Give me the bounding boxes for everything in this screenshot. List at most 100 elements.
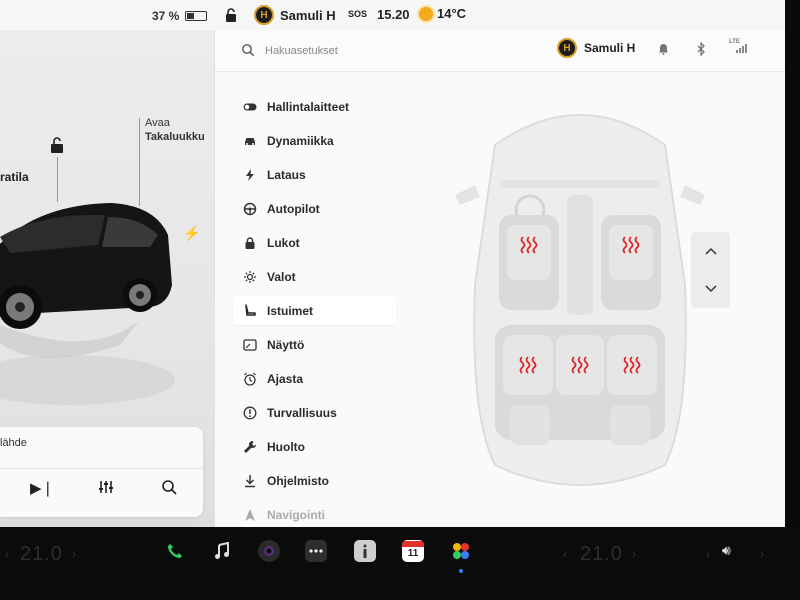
cellular-signal-icon [736, 44, 747, 53]
light-icon [243, 270, 257, 284]
search-icon [242, 44, 255, 57]
equalizer-icon[interactable] [95, 479, 117, 499]
outside-temperature: 14°C [419, 6, 466, 21]
settings-menu-item[interactable]: Ajasta [233, 364, 396, 393]
volume-down-icon[interactable]: ‹ [706, 547, 710, 561]
profile-name: Samuli H [280, 7, 336, 23]
settings-menu-label: Lataus [267, 167, 306, 182]
driver-temp-down-icon[interactable]: ‹ [5, 547, 9, 561]
settings-menu-item[interactable]: Turvallisuus [233, 398, 396, 427]
settings-menu-label: Huolto [267, 439, 305, 454]
music-icon[interactable] [211, 540, 233, 562]
lock-icon [243, 236, 257, 250]
status-bar-left: 37 % [0, 0, 214, 30]
camera-icon[interactable] [258, 540, 280, 562]
status-bar-right: H Samuli H SOS 15.20 14°C [214, 0, 785, 30]
alarm-clock-icon [243, 372, 257, 386]
download-icon [243, 474, 257, 488]
media-player-card[interactable]: lähde ▶❘ [0, 427, 203, 517]
media-source-label[interactable]: lähde [0, 437, 27, 449]
more-icon[interactable] [305, 540, 327, 562]
battery-status[interactable]: 37 % [152, 9, 208, 23]
battery-icon [185, 11, 208, 21]
car-render [0, 203, 175, 405]
settings-menu-label: Dynamiikka [267, 133, 334, 148]
settings-menu-label: Autopilot [267, 201, 320, 216]
rear-left-seat[interactable] [503, 335, 553, 395]
games-icon[interactable] [450, 540, 472, 562]
wrench-icon [243, 440, 257, 454]
trunk-name-label: Takaluukku [145, 131, 205, 143]
driver-profile[interactable]: H Samuli H [254, 5, 336, 25]
next-track-icon[interactable]: ▶❘ [30, 479, 54, 497]
profile-badge-icon: H [254, 5, 274, 25]
settings-menu-item[interactable]: Huolto [233, 432, 396, 461]
settings-menu-item[interactable]: Lataus [233, 160, 396, 189]
settings-menu-label: Ohjelmisto [267, 473, 330, 488]
open-trunk-button[interactable]: Avaa Takaluukku [145, 116, 205, 144]
settings-menu: Hallintalaitteet Dynamiikka Lataus Autopilo… [233, 92, 396, 527]
charge-port-icon[interactable]: ⚡ [183, 225, 200, 242]
clock: 15.20 [377, 7, 410, 22]
seat-heater-car-view [455, 114, 705, 486]
status-bar: 37 % H Samuli H SOS 15.20 14°C [0, 0, 785, 30]
bolt-icon [243, 168, 257, 182]
car-panel: ratila Avaa Takaluukku ⚡ lähde ▶❘ [0, 30, 214, 527]
volume-icon[interactable]: 🔊︎ [722, 542, 731, 559]
front-left-seat[interactable] [499, 215, 559, 310]
settings-profile[interactable]: H Samuli H [557, 38, 635, 58]
phone-icon[interactable] [164, 540, 186, 562]
profile-badge-icon: H [557, 38, 577, 58]
navigation-icon [243, 508, 257, 522]
settings-panel: H Samuli H LTE Hallintalaitteet Dynamiikk… [214, 30, 785, 527]
info-icon[interactable] [354, 540, 376, 562]
driver-temp-up-icon[interactable]: › [72, 547, 76, 561]
active-app-indicator [459, 569, 463, 573]
media-divider [0, 468, 203, 469]
display-icon [243, 338, 257, 352]
settings-menu-item[interactable]: Autopilot [233, 194, 396, 223]
settings-menu-label: Turvallisuus [267, 405, 337, 420]
settings-menu-item[interactable]: Hallintalaitteet [233, 92, 396, 121]
scroll-down-button[interactable] [691, 270, 730, 308]
lock-status-icon[interactable] [224, 8, 238, 22]
passenger-temperature[interactable]: 21.0 [580, 543, 623, 566]
sos-button[interactable]: SOS [348, 9, 367, 19]
settings-menu-item[interactable]: Näyttö [233, 330, 396, 359]
passenger-temp-down-icon[interactable]: ‹ [563, 547, 567, 561]
rear-center-seat[interactable] [556, 335, 604, 395]
front-right-seat[interactable] [601, 215, 661, 310]
toggle-icon [243, 100, 257, 114]
frunk-label[interactable]: ratila [0, 170, 29, 184]
seat-icon [243, 303, 257, 318]
settings-menu-item[interactable]: Lukot [233, 228, 396, 257]
settings-search-input[interactable] [265, 41, 485, 61]
media-controls: ▶❘ [0, 475, 203, 505]
settings-menu-label: Navigointi [267, 507, 326, 522]
calendar-icon[interactable]: 11 [402, 540, 424, 562]
alert-circle-icon [243, 406, 257, 420]
settings-menu-item[interactable]: Ohjelmisto [233, 466, 396, 495]
steering-wheel-icon [243, 202, 257, 216]
unlock-icon[interactable] [50, 137, 64, 153]
settings-menu-item[interactable]: Navigointi [233, 500, 396, 527]
notification-bell-icon[interactable] [655, 41, 671, 57]
settings-menu-label: Hallintalaitteet [267, 99, 350, 114]
battery-fill [187, 13, 194, 19]
touchscreen: 37 % H Samuli H SOS 15.20 14°C ratila Av… [0, 0, 785, 527]
trunk-action-label: Avaa [145, 117, 170, 129]
settings-menu-item[interactable]: Istuimet [233, 296, 396, 325]
bluetooth-icon[interactable] [693, 41, 709, 57]
passenger-temp-up-icon[interactable]: › [632, 547, 636, 561]
settings-menu-label: Lukot [267, 235, 300, 250]
scroll-up-button[interactable] [691, 232, 730, 270]
driver-temperature[interactable]: 21.0 [20, 543, 63, 566]
media-search-icon[interactable] [158, 479, 180, 499]
volume-up-icon[interactable]: › [760, 547, 764, 561]
chevron-up-icon [704, 247, 717, 255]
battery-percent: 37 % [152, 9, 180, 23]
settings-menu-item[interactable]: Dynamiikka [233, 126, 396, 155]
settings-menu-item[interactable]: Valot [233, 262, 396, 291]
rear-right-seat[interactable] [607, 335, 657, 395]
settings-profile-name: Samuli H [584, 41, 636, 55]
